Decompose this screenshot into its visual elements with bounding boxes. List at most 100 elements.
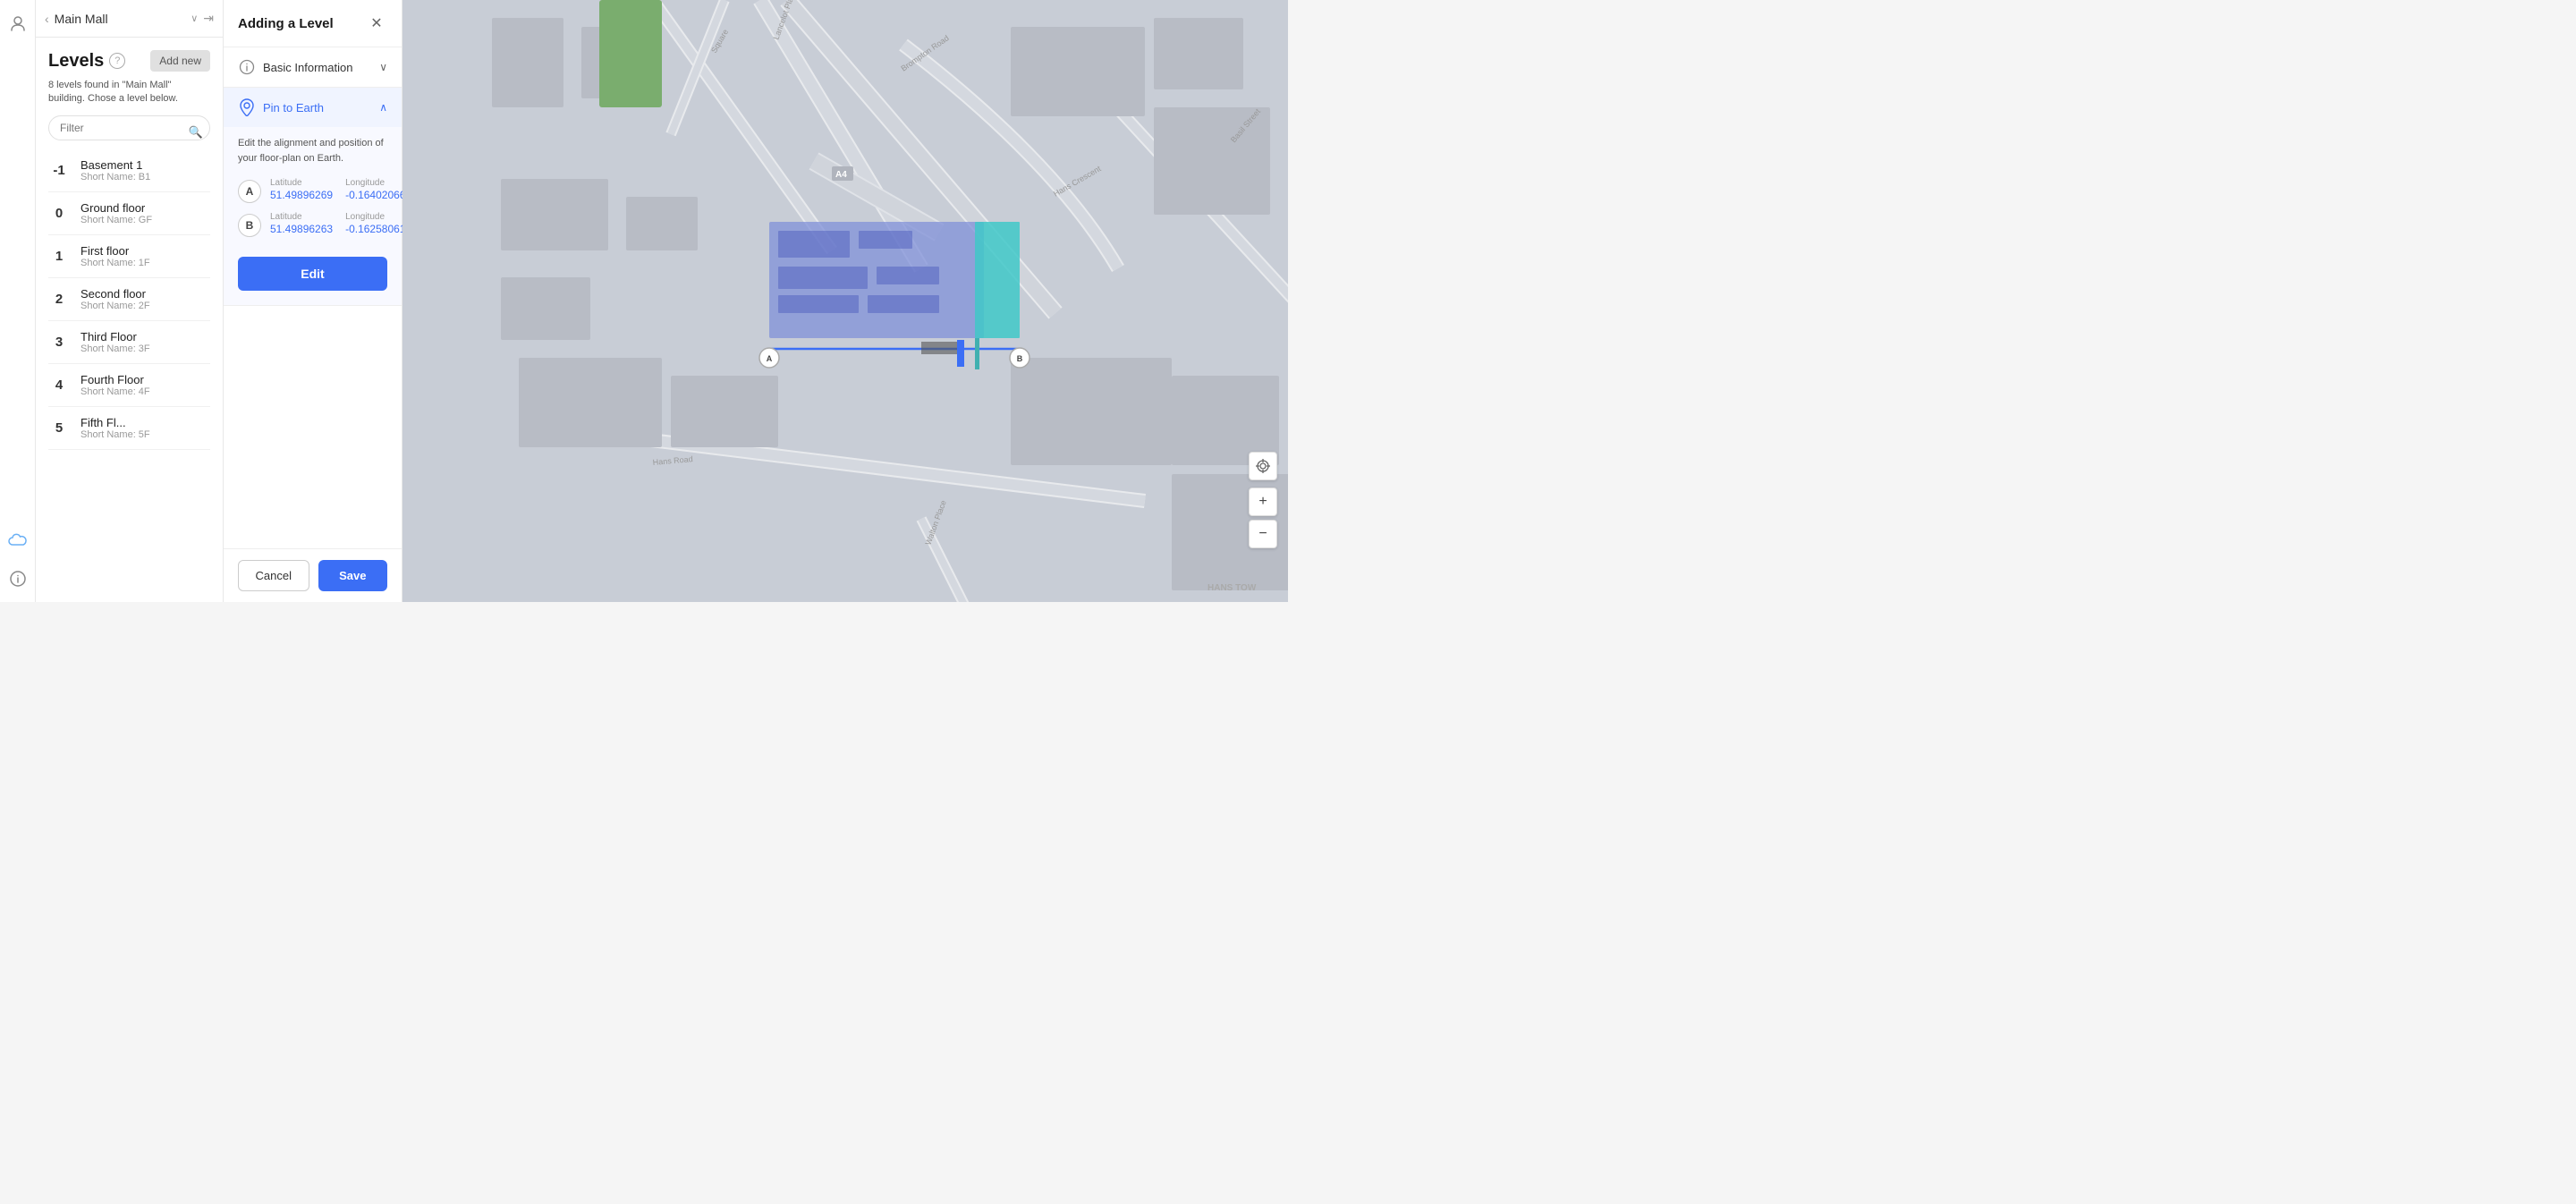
point-a-row: A Latitude 51.49896269 Longitude -0.1640…	[238, 178, 387, 203]
level-number: 2	[48, 292, 70, 307]
map-svg: Square Lancelot Place Brompton Road Hans…	[402, 0, 1288, 602]
level-number: 0	[48, 206, 70, 221]
point-a-lat-group: Latitude 51.49896269	[270, 178, 333, 201]
level-short-name: Short Name: 2F	[80, 301, 150, 311]
close-button[interactable]: ✕	[366, 13, 387, 34]
levels-header: Levels ? Add new	[36, 38, 223, 79]
level-name: First floor	[80, 244, 150, 258]
point-b-lat-label: Latitude	[270, 212, 333, 222]
level-info: Fifth Fl... Short Name: 5F	[80, 416, 150, 440]
filter-input[interactable]	[48, 115, 210, 140]
point-a-lat-value: 51.49896269	[270, 189, 333, 201]
user-icon[interactable]	[5, 11, 30, 36]
list-item[interactable]: 4 Fourth Floor Short Name: 4F	[48, 364, 210, 407]
list-item[interactable]: -1 Basement 1 Short Name: B1	[48, 149, 210, 192]
level-name: Third Floor	[80, 330, 150, 343]
nav-back-button[interactable]: ‹	[45, 12, 49, 26]
level-short-name: Short Name: GF	[80, 215, 152, 225]
svg-text:B: B	[1017, 354, 1023, 363]
point-b-lng-value: -0.16258061	[345, 223, 405, 235]
level-name: Ground floor	[80, 201, 152, 215]
cloud-icon[interactable]	[5, 527, 30, 552]
level-name: Second floor	[80, 287, 150, 301]
point-b-circle: B	[238, 214, 261, 237]
point-a-lng-value: -0.16402066	[345, 189, 405, 201]
levels-panel: ‹ Main Mall ∨ ⇥ Levels ? Add new 8 level…	[36, 0, 224, 602]
pin-to-earth-header-left: Pin to Earth	[238, 98, 324, 116]
nav-collapse-button[interactable]: ⇥	[203, 11, 214, 26]
map-controls: + −	[1249, 452, 1277, 548]
level-short-name: Short Name: B1	[80, 172, 150, 182]
pin-to-earth-content: Edit the alignment and position of your …	[224, 127, 402, 305]
nav-dropdown-icon[interactable]: ∨	[191, 13, 198, 24]
level-info: Second floor Short Name: 2F	[80, 287, 150, 311]
svg-text:HANS TOW: HANS TOW	[1208, 583, 1257, 593]
svg-text:A: A	[767, 354, 773, 363]
level-info: Ground floor Short Name: GF	[80, 201, 152, 225]
help-icon[interactable]: ?	[109, 53, 125, 69]
point-b-coords: Latitude 51.49896263 Longitude -0.162580…	[270, 212, 405, 235]
point-b-lng-label: Longitude	[345, 212, 405, 222]
point-a-lng-group: Longitude -0.16402066	[345, 178, 405, 201]
point-b-row: B Latitude 51.49896263 Longitude -0.1625…	[238, 212, 387, 237]
list-item[interactable]: 5 Fifth Fl... Short Name: 5F	[48, 407, 210, 450]
pin-description: Edit the alignment and position of your …	[238, 136, 387, 165]
level-info: Basement 1 Short Name: B1	[80, 158, 150, 182]
modal-header: Adding a Level ✕	[224, 0, 402, 47]
pin-to-earth-header[interactable]: Pin to Earth ∧	[224, 88, 402, 127]
level-name: Fifth Fl...	[80, 416, 150, 429]
add-new-button[interactable]: Add new	[150, 50, 210, 72]
basic-info-chevron: ∨	[379, 61, 387, 73]
pin-to-earth-section: Pin to Earth ∧ Edit the alignment and po…	[224, 88, 402, 306]
list-item[interactable]: 1 First floor Short Name: 1F	[48, 235, 210, 278]
modal-title: Adding a Level	[238, 16, 334, 31]
location-button[interactable]	[1249, 452, 1277, 480]
levels-title: Levels	[48, 51, 104, 72]
modal-footer: Cancel Save	[224, 548, 402, 602]
point-b-lng-group: Longitude -0.16258061	[345, 212, 405, 235]
filter-wrap: 🔍	[36, 115, 223, 149]
point-a-circle: A	[238, 180, 261, 203]
nav-title: Main Mall	[55, 12, 186, 26]
level-name: Fourth Floor	[80, 373, 150, 386]
zoom-in-button[interactable]: +	[1249, 488, 1277, 516]
cancel-button[interactable]: Cancel	[238, 560, 309, 591]
search-icon: 🔍	[189, 125, 203, 140]
pin-to-earth-chevron: ∧	[379, 101, 387, 114]
pin-icon	[238, 98, 256, 116]
point-a-lat-label: Latitude	[270, 178, 333, 188]
level-number: 5	[48, 420, 70, 436]
list-item[interactable]: 0 Ground floor Short Name: GF	[48, 192, 210, 235]
level-info: First floor Short Name: 1F	[80, 244, 150, 268]
level-number: -1	[48, 163, 70, 178]
level-number: 3	[48, 335, 70, 350]
levels-title-wrap: Levels ?	[48, 51, 125, 72]
level-short-name: Short Name: 1F	[80, 258, 150, 268]
basic-info-label: Basic Information	[263, 61, 352, 74]
edit-button[interactable]: Edit	[238, 257, 387, 291]
map-area[interactable]: Square Lancelot Place Brompton Road Hans…	[402, 0, 1288, 602]
pin-to-earth-label: Pin to Earth	[263, 101, 324, 114]
basic-info-header[interactable]: Basic Information ∨	[224, 47, 402, 87]
info-circle-icon	[238, 58, 256, 76]
basic-info-header-left: Basic Information	[238, 58, 352, 76]
save-button[interactable]: Save	[318, 560, 388, 591]
zoom-out-button[interactable]: −	[1249, 520, 1277, 548]
icon-bar	[0, 0, 36, 602]
level-info: Third Floor Short Name: 3F	[80, 330, 150, 354]
info-icon[interactable]	[5, 566, 30, 591]
levels-nav: ‹ Main Mall ∨ ⇥	[36, 0, 223, 38]
list-item[interactable]: 2 Second floor Short Name: 2F	[48, 278, 210, 321]
modal-dialog: Adding a Level ✕ Basic Information ∨	[224, 0, 402, 602]
level-short-name: Short Name: 5F	[80, 429, 150, 440]
level-number: 4	[48, 377, 70, 393]
levels-list: -1 Basement 1 Short Name: B1 0 Ground fl…	[36, 149, 223, 602]
list-item[interactable]: 3 Third Floor Short Name: 3F	[48, 321, 210, 364]
point-b-lat-group: Latitude 51.49896263	[270, 212, 333, 235]
level-short-name: Short Name: 4F	[80, 386, 150, 397]
point-a-lng-label: Longitude	[345, 178, 405, 188]
level-short-name: Short Name: 3F	[80, 343, 150, 354]
level-info: Fourth Floor Short Name: 4F	[80, 373, 150, 397]
level-number: 1	[48, 249, 70, 264]
svg-text:A4: A4	[835, 170, 847, 180]
